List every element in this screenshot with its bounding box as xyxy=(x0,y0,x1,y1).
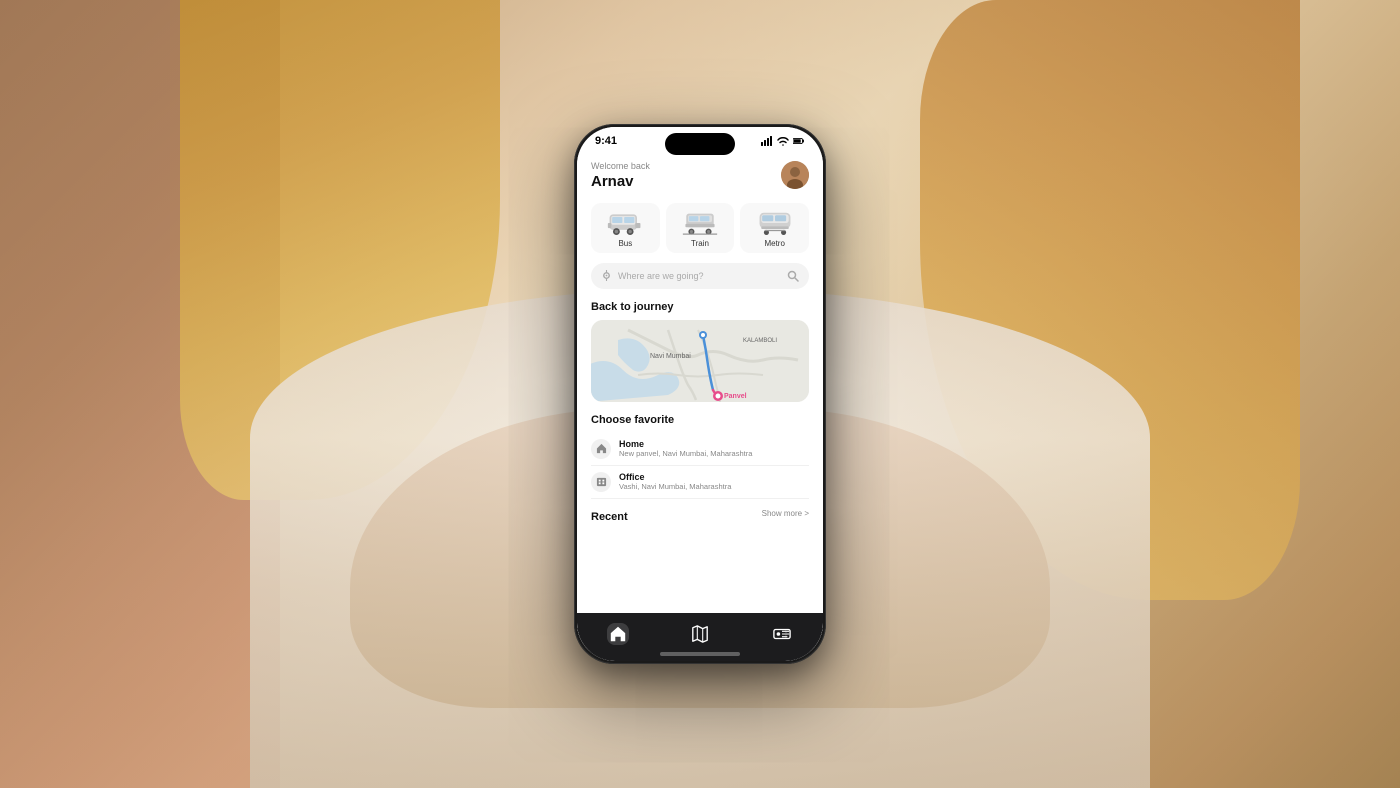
home-details: Home New panvel, Navi Mumbai, Maharashtr… xyxy=(619,439,752,458)
home-indicator xyxy=(660,652,740,656)
phone-wrapper: 9:41 xyxy=(574,124,826,664)
map-card[interactable]: Navi Mumbai KALAMBOLI Panvel xyxy=(591,320,809,402)
search-placeholder: Where are we going? xyxy=(618,271,781,281)
search-icon xyxy=(787,270,799,282)
favorites-section-title: Choose favorite xyxy=(591,414,809,426)
favorite-home[interactable]: Home New panvel, Navi Mumbai, Maharashtr… xyxy=(591,433,809,466)
signal-icon xyxy=(761,135,773,147)
header: Welcome back Arnav xyxy=(591,161,809,191)
favorite-office[interactable]: Office Vashi, Navi Mumbai, Maharashtra xyxy=(591,466,809,499)
journey-section-title: Back to journey xyxy=(591,301,809,313)
show-more-button[interactable]: Show more > xyxy=(762,509,809,518)
train-icon-area xyxy=(681,210,719,236)
svg-text:Navi Mumbai: Navi Mumbai xyxy=(650,353,691,360)
transport-bus[interactable]: Bus xyxy=(591,203,660,253)
status-icons xyxy=(761,135,805,147)
train-icon xyxy=(682,211,718,235)
bus-icon-area xyxy=(606,210,644,236)
welcome-label: Welcome back xyxy=(591,161,650,173)
app-content: Welcome back Arnav xyxy=(577,151,823,651)
home-icon xyxy=(591,439,611,459)
home-name: Home xyxy=(619,439,752,449)
map-svg: Navi Mumbai KALAMBOLI Panvel xyxy=(591,320,809,402)
svg-text:KALAMBOLI: KALAMBOLI xyxy=(743,338,777,344)
transport-options: Bus xyxy=(591,203,809,253)
location-icon xyxy=(601,270,612,281)
office-address: Vashi, Navi Mumbai, Maharashtra xyxy=(619,482,731,491)
transport-train[interactable]: Train xyxy=(666,203,735,253)
nav-ticket[interactable] xyxy=(757,623,807,645)
recent-header: Recent Show more > xyxy=(591,505,809,523)
metro-label: Metro xyxy=(764,239,784,248)
phone-device: 9:41 xyxy=(574,124,826,664)
office-icon xyxy=(591,472,611,492)
battery-icon xyxy=(793,135,805,147)
status-bar: 9:41 xyxy=(577,127,823,151)
office-details: Office Vashi, Navi Mumbai, Maharashtra xyxy=(619,472,731,491)
recent-section-title: Recent xyxy=(591,511,628,523)
home-nav-icon xyxy=(607,623,629,645)
phone-screen: 9:41 xyxy=(577,127,823,661)
wifi-icon xyxy=(777,135,789,147)
nav-map[interactable] xyxy=(675,623,725,645)
nav-home[interactable] xyxy=(593,623,643,645)
avatar[interactable] xyxy=(781,161,809,189)
status-time: 9:41 xyxy=(595,135,617,147)
svg-text:Panvel: Panvel xyxy=(724,393,747,400)
office-name: Office xyxy=(619,472,731,482)
bus-icon xyxy=(607,211,643,235)
ticket-nav-icon xyxy=(771,623,793,645)
transport-metro[interactable]: Metro xyxy=(740,203,809,253)
dynamic-island xyxy=(665,133,735,155)
metro-icon-area xyxy=(756,210,794,236)
metro-icon xyxy=(757,211,793,235)
home-address: New panvel, Navi Mumbai, Maharashtra xyxy=(619,449,752,458)
avatar-image xyxy=(781,161,809,189)
search-bar[interactable]: Where are we going? xyxy=(591,263,809,289)
train-label: Train xyxy=(691,239,709,248)
user-name: Arnav xyxy=(591,173,650,191)
bottom-nav xyxy=(577,613,823,661)
map-nav-icon xyxy=(689,623,711,645)
bus-label: Bus xyxy=(618,239,632,248)
user-greeting: Welcome back Arnav xyxy=(591,161,650,191)
